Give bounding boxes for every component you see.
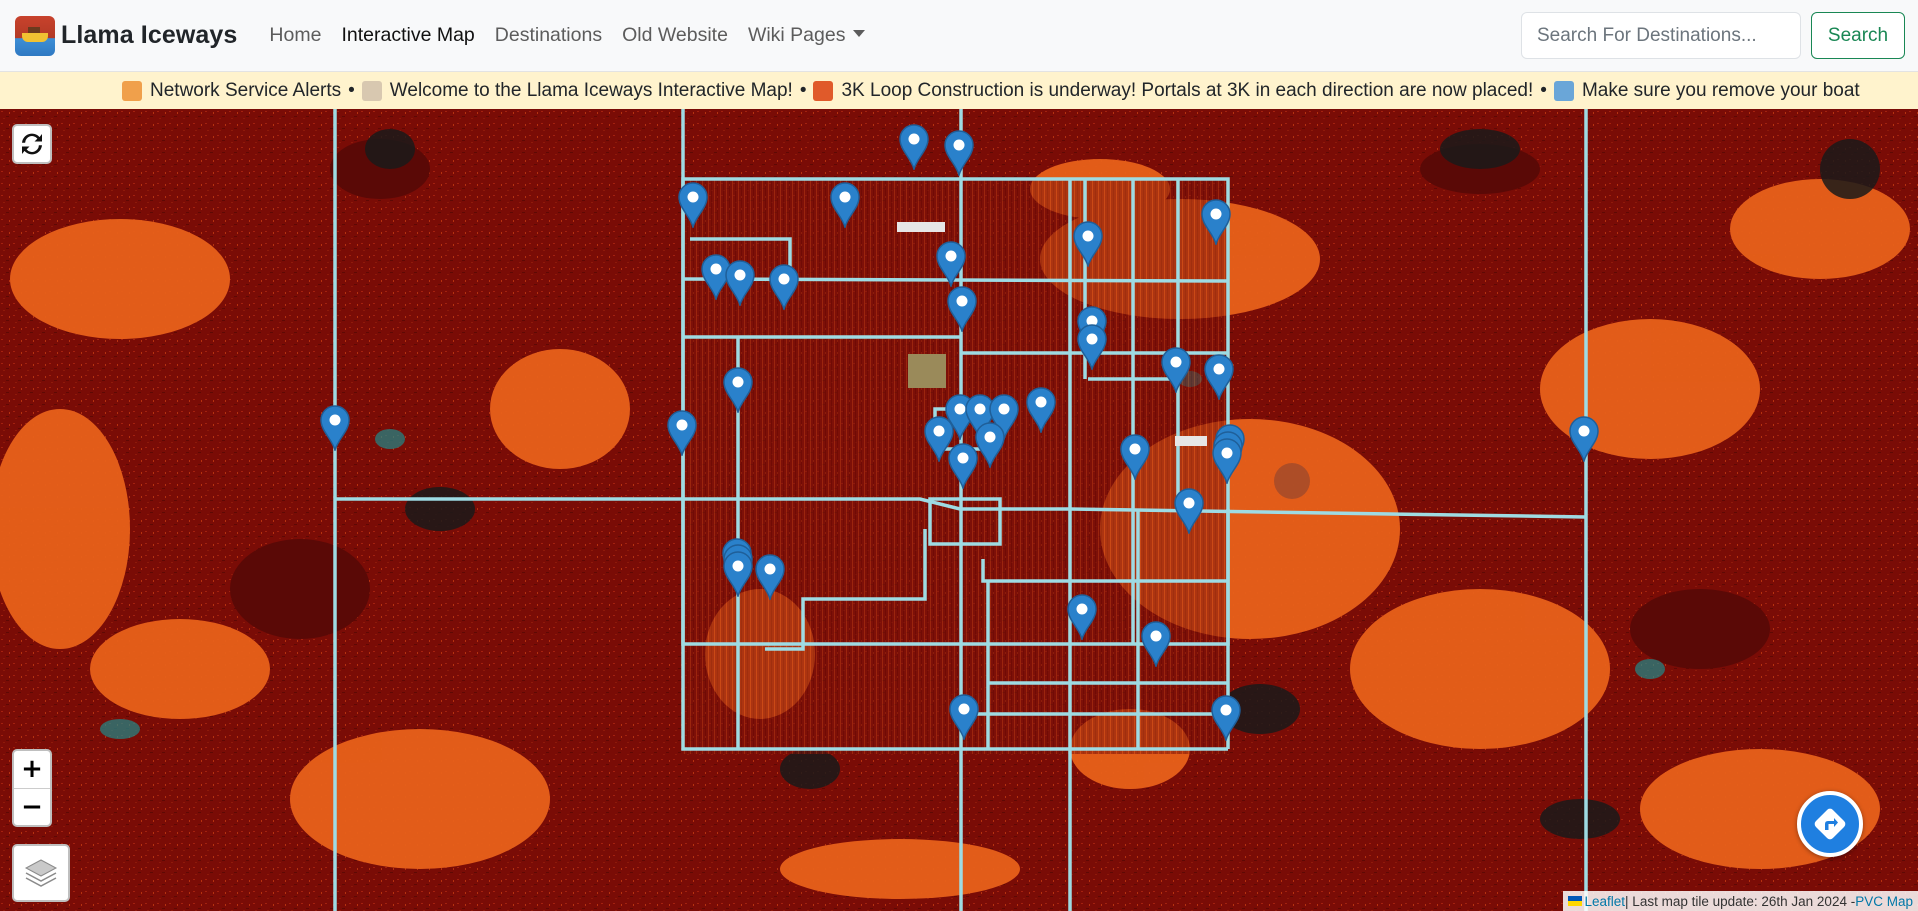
nav-link-home[interactable]: Home — [259, 24, 331, 47]
location-marker-icon[interactable] — [723, 551, 753, 599]
location-marker-icon[interactable] — [667, 410, 697, 458]
ticker-separator: • — [799, 79, 807, 101]
brand[interactable]: Llama Iceways — [15, 15, 238, 56]
location-marker-icon[interactable] — [1201, 199, 1231, 247]
nav-link-destinations[interactable]: Destinations — [485, 24, 612, 47]
location-marker-icon[interactable] — [1174, 488, 1204, 536]
brand-logo-icon — [15, 15, 55, 56]
pvc-map-link[interactable]: PVC Map — [1855, 894, 1913, 909]
ticker-item: 3K Loop Construction is underway! Portal… — [841, 79, 1534, 101]
layers-icon — [24, 859, 58, 887]
ship-icon — [1553, 80, 1574, 101]
location-marker-icon[interactable] — [1120, 434, 1150, 482]
ticker-separator: • — [1540, 79, 1547, 101]
location-marker-icon[interactable] — [1161, 347, 1191, 395]
location-marker-icon[interactable] — [830, 182, 860, 230]
location-marker-icon[interactable] — [947, 286, 977, 334]
zoom-in-button[interactable]: + — [14, 751, 50, 788]
location-marker-icon[interactable] — [1077, 324, 1107, 372]
location-marker-icon[interactable] — [1073, 221, 1103, 269]
location-marker-icon[interactable] — [948, 443, 978, 491]
chevron-down-icon — [853, 30, 866, 37]
structure — [1175, 436, 1207, 446]
location-marker-icon[interactable] — [723, 367, 753, 415]
location-marker-icon[interactable] — [1212, 438, 1242, 486]
search-input[interactable] — [1521, 12, 1801, 59]
zoom-control: + − — [12, 749, 52, 827]
layers-button[interactable] — [12, 844, 70, 902]
alert-ticker: Network Service Alerts • Welcome to the … — [0, 72, 1918, 109]
location-marker-icon[interactable] — [975, 422, 1005, 470]
structure — [1274, 463, 1310, 499]
refresh-button[interactable] — [12, 124, 52, 164]
navbar: Llama Iceways Home Interactive Map Desti… — [0, 0, 1918, 72]
ticker-content: Network Service Alerts • Welcome to the … — [122, 72, 1860, 109]
ticker-item: Network Service Alerts — [150, 79, 342, 101]
leaflet-link[interactable]: Leaflet — [1585, 894, 1626, 909]
nav-links: Home Interactive Map Destinations Old We… — [259, 24, 875, 47]
location-marker-icon[interactable] — [1211, 695, 1241, 743]
location-marker-icon[interactable] — [320, 405, 350, 453]
megaphone-icon — [122, 80, 142, 101]
location-marker-icon[interactable] — [725, 260, 755, 308]
location-marker-icon[interactable] — [1569, 416, 1599, 464]
zoom-out-button[interactable]: − — [14, 788, 50, 825]
location-marker-icon[interactable] — [678, 182, 708, 230]
structure — [897, 222, 945, 232]
location-marker-icon[interactable] — [755, 554, 785, 602]
location-marker-icon[interactable] — [1204, 354, 1234, 402]
location-marker-icon[interactable] — [944, 130, 974, 178]
location-marker-icon[interactable] — [769, 264, 799, 312]
search-button[interactable]: Search — [1811, 12, 1905, 59]
ukraine-flag-icon — [1567, 896, 1582, 906]
map-attribution: Leaflet | Last map tile update: 26th Jan… — [1562, 891, 1918, 911]
ticker-item: Welcome to the Llama Iceways Interactive… — [389, 79, 793, 101]
location-marker-icon[interactable] — [949, 694, 979, 742]
brand-name: Llama Iceways — [61, 21, 238, 49]
ticker-separator: • — [348, 79, 355, 101]
construction-icon — [813, 80, 834, 101]
directions-icon — [1814, 808, 1846, 840]
nav-link-interactive-map[interactable]: Interactive Map — [331, 24, 484, 47]
location-marker-icon[interactable] — [936, 241, 966, 289]
location-marker-icon[interactable] — [1026, 387, 1056, 435]
location-marker-icon[interactable] — [1067, 594, 1097, 642]
refresh-icon — [22, 133, 42, 155]
structure — [908, 354, 946, 388]
llama-icon — [361, 80, 382, 101]
nav-link-wiki-pages[interactable]: Wiki Pages — [738, 24, 876, 47]
location-marker-icon[interactable] — [899, 124, 929, 172]
attribution-text: | Last map tile update: 26th Jan 2024 - — [1625, 893, 1856, 909]
interactive-map[interactable]: + − Leaflet | Last map tile update: 26th… — [0, 109, 1918, 911]
map-tiles[interactable] — [0, 109, 1918, 911]
location-marker-icon[interactable] — [1141, 621, 1171, 669]
wiki-pages-label: Wiki Pages — [747, 24, 846, 46]
nav-link-old-website[interactable]: Old Website — [612, 24, 738, 47]
ticker-item: Make sure you remove your boat — [1581, 79, 1860, 101]
directions-button[interactable] — [1797, 791, 1863, 857]
